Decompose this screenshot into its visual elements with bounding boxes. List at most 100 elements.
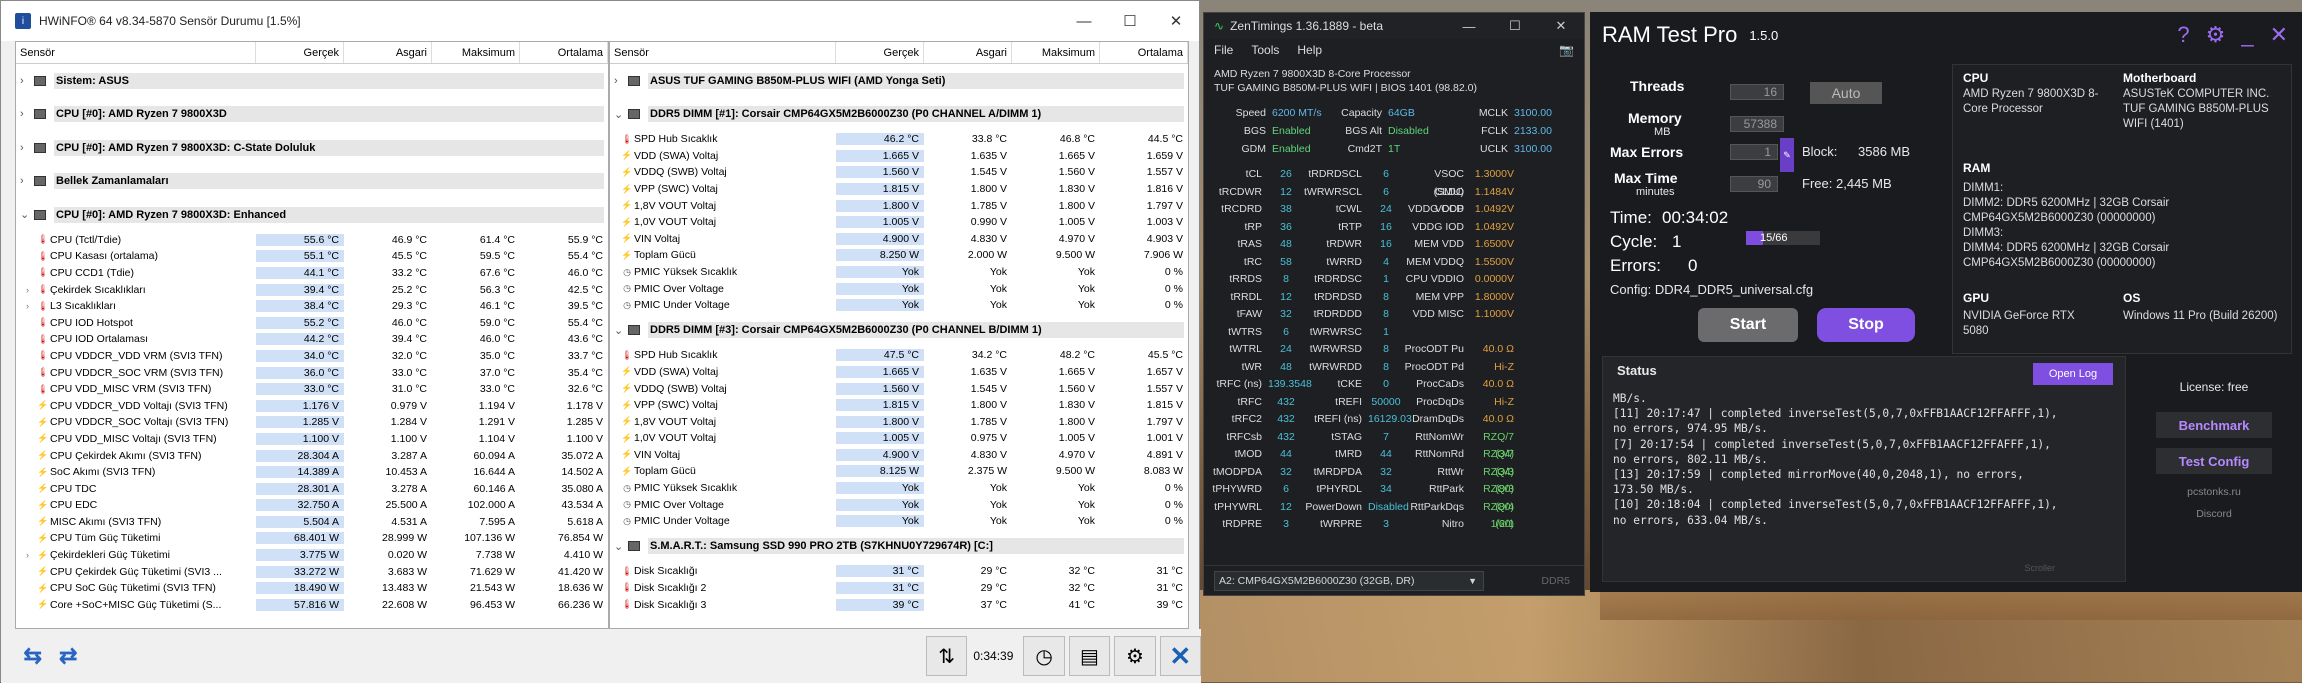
status-log[interactable]: MB/s. [11] 20:17:47 | completed inverseT… — [1613, 391, 2115, 528]
maximize-button[interactable]: ☐ — [1107, 1, 1153, 41]
sensor-row[interactable]: 🌡 CPU CCD1 (Tdie) 44.1 °C 33.2 °C 67.6 °C 46.… — [16, 265, 608, 282]
sensor-row[interactable]: ◷ PMIC Over Voltage Yok Yok Yok 0 % — [610, 496, 1188, 513]
sensor-row[interactable]: 🌡 Disk Sıcaklığı 31 °C 29 °C 32 °C 31 °C — [610, 563, 1188, 580]
expand-chevron-icon[interactable]: ⌄ — [614, 540, 628, 553]
expand-chevron-icon[interactable]: › — [20, 142, 34, 154]
col-avg[interactable]: Ortalama — [1100, 42, 1188, 63]
sensor-row[interactable]: ⚡ MISC Akımı (SVI3 TFN) 5.504 A 4.531 A 7.59… — [16, 514, 608, 531]
sensor-row[interactable]: ◷ PMIC Under Voltage Yok Yok Yok 0 % — [610, 513, 1188, 530]
expand-icon[interactable]: › — [26, 550, 36, 560]
sensor-row[interactable]: ⚡ 1,0V VOUT Voltaj 1.005 V 0.975 V 1.005 V 1.… — [610, 430, 1188, 447]
col-sensor[interactable]: Sensör — [16, 42, 256, 63]
sensor-row[interactable]: ◷ PMIC Yüksek Sıcaklık Yok Yok Yok 0 % — [610, 264, 1188, 281]
sensor-pane-left[interactable]: Sensör Gerçek Asgari Maksimum Ortalama ›… — [15, 41, 609, 629]
edit-pencil-icon[interactable]: ✎ — [1780, 138, 1794, 172]
sensor-row[interactable]: ⚡ CPU VDD_MISC Voltajı (SVI3 TFN) 1.100 V1… — [16, 431, 608, 448]
sensor-row[interactable]: ⚡ VIN Voltaj 4.900 V 4.830 V 4.970 V 4.891 V — [610, 447, 1188, 464]
sensor-row[interactable]: ⚡ Core +SoC+MISC Güç Tüketimi (S... 57.816… — [16, 597, 608, 614]
sensor-group[interactable]: ⌄ CPU [#0]: AMD Ryzen 7 9800X3D: Enhanced — [16, 198, 608, 232]
arrows-left-right-icon[interactable]: ⇆ — [15, 641, 50, 671]
sensor-row[interactable]: 🌡 Disk Sıcaklığı 2 31 °C 29 °C 32 °C 31 °C — [610, 580, 1188, 597]
sensor-row[interactable]: › 🌡 Çekirdek Sıcaklıkları 39.4 °C 25.2 °C 56.… — [16, 281, 608, 298]
open-log-button[interactable]: Open Log — [2033, 363, 2113, 385]
expand-chevron-icon[interactable]: › — [20, 75, 34, 87]
sensor-row[interactable]: ◷ PMIC Under Voltage Yok Yok Yok 0 % — [610, 297, 1188, 314]
sensor-row[interactable]: ⚡ VDDQ (SWB) Voltaj 1.560 V 1.545 V 1.560 V1… — [610, 380, 1188, 397]
maximize-button[interactable]: ☐ — [1492, 13, 1538, 39]
sensor-row[interactable]: 🌡 CPU Kasası (ortalama) 55.1 °C 45.5 °C 59.5… — [16, 248, 608, 265]
close-button[interactable]: ✕ — [1153, 1, 1199, 41]
sensor-row[interactable]: › ⚡ Çekirdekleri Güç Tüketimi 3.775 W 0.020 … — [16, 547, 608, 564]
col-max[interactable]: Maksimum — [432, 42, 520, 63]
screenshot-camera-icon[interactable]: 📷 — [1559, 43, 1574, 57]
col-min[interactable]: Asgari — [924, 42, 1012, 63]
sensor-row[interactable]: ⚡ 1,0V VOUT Voltaj 1.005 V 0.990 V 1.005 V 1.… — [610, 214, 1188, 231]
close-sensors-icon[interactable]: ✕ — [1159, 636, 1202, 676]
close-button[interactable]: ✕ — [1538, 13, 1584, 39]
module-select[interactable]: A2: CMP64GX5M2B6000Z30 (32GB, DR) ▼ — [1214, 570, 1484, 591]
sensor-row[interactable]: 🌡 CPU VDD_MISC VRM (SVI3 TFN) 33.0 °C 31.0 … — [16, 381, 608, 398]
start-button[interactable]: Start — [1698, 308, 1798, 342]
benchmark-button[interactable]: Benchmark — [2156, 412, 2272, 438]
sensor-row[interactable]: ⚡ CPU SoC Güç Tüketimi (SVI3 TFN) 18.490 W… — [16, 580, 608, 597]
sensor-group[interactable]: › Sistem: ASUS — [16, 64, 608, 98]
sensor-group[interactable]: › CPU [#0]: AMD Ryzen 7 9800X3D: C-State … — [16, 131, 608, 165]
close-icon[interactable]: ✕ — [2270, 22, 2288, 48]
sensor-row[interactable]: ⚡ VDD (SWA) Voltaj 1.665 V 1.635 V 1.665 V 1.… — [610, 364, 1188, 381]
sensor-row[interactable]: 🌡 SPD Hub Sıcaklık 47.5 °C 34.2 °C 48.2 °C 45… — [610, 347, 1188, 364]
sensor-row[interactable]: ⚡ 1,8V VOUT Voltaj 1.800 V 1.785 V 1.800 V 1.… — [610, 413, 1188, 430]
sensor-row[interactable]: ⚡ VDDQ (SWB) Voltaj 1.560 V 1.545 V 1.560 V1… — [610, 164, 1188, 181]
sensor-row[interactable]: 🌡 CPU (Tctl/Tdie) 55.6 °C 46.9 °C 61.4 °C 55.… — [16, 232, 608, 249]
sensor-row[interactable]: ⚡ CPU VDDCR_SOC Voltajı (SVI3 TFN) 1.285 V… — [16, 414, 608, 431]
sensor-row[interactable]: 🌡 CPU VDDCR_VDD VRM (SVI3 TFN) 34.0 °C 32.0… — [16, 348, 608, 365]
sensor-row[interactable]: ⚡ CPU Çekirdek Güç Tüketimi (SVI3 ... 33.2… — [16, 563, 608, 580]
col-sensor[interactable]: Sensör — [610, 42, 836, 63]
sensor-row[interactable]: 🌡 SPD Hub Sıcaklık 46.2 °C 33.8 °C 46.8 °C 44… — [610, 131, 1188, 148]
sensor-row[interactable]: ⚡ CPU VDDCR_VDD Voltajı (SVI3 TFN) 1.176 V… — [16, 397, 608, 414]
sensor-row[interactable]: ⚡ Toplam Gücü 8.125 W 2.375 W 9.500 W 8.083 W — [610, 463, 1188, 480]
sensor-row[interactable]: ⚡ VPP (SWC) Voltaj 1.815 V 1.800 V 1.830 V 1.… — [610, 397, 1188, 414]
minimize-button[interactable]: — — [1061, 1, 1107, 41]
menu-help[interactable]: Help — [1297, 43, 1322, 57]
expand-icon[interactable]: › — [26, 301, 36, 311]
col-current[interactable]: Gerçek — [256, 42, 344, 63]
minimize-icon[interactable]: _ — [2241, 22, 2253, 48]
sensor-group[interactable]: ⌄ DDR5 DIMM [#1]: Corsair CMP64GX5M2B6000… — [610, 98, 1188, 132]
gear-icon[interactable]: ⚙ — [2206, 22, 2226, 48]
stop-button[interactable]: Stop — [1817, 308, 1915, 342]
expand-chevron-icon[interactable]: ⌄ — [614, 108, 628, 121]
expand-chevron-icon[interactable]: › — [20, 108, 34, 120]
sensor-pane-right[interactable]: Sensör Gerçek Asgari Maksimum Ortalama ›… — [609, 41, 1189, 629]
sensor-row[interactable]: 🌡 Disk Sıcaklığı 3 39 °C 37 °C 41 °C 39 °C — [610, 596, 1188, 613]
sensor-row[interactable]: ⚡ SoC Akımı (SVI3 TFN) 14.389 A 10.453 A 16.… — [16, 464, 608, 481]
threads-input[interactable]: 16 — [1730, 84, 1784, 100]
sensor-group[interactable]: ⌄ DDR5 DIMM [#3]: Corsair CMP64GX5M2B6000… — [610, 314, 1188, 348]
help-icon[interactable]: ? — [2177, 22, 2189, 48]
expand-chevron-icon[interactable]: › — [614, 75, 628, 87]
minimize-button[interactable]: — — [1446, 13, 1492, 39]
sensor-row[interactable]: 🌡 CPU IOD Ortalaması 44.2 °C 39.4 °C 46.0 °C… — [16, 331, 608, 348]
sensor-row[interactable]: › 🌡 L3 Sıcaklıkları 38.4 °C 29.3 °C 46.1 °C 39… — [16, 298, 608, 315]
max-errors-input[interactable]: 1 — [1730, 144, 1778, 160]
arrows-collapse-icon[interactable]: ⇄ — [50, 641, 85, 671]
sensor-row[interactable]: ⚡ VDD (SWA) Voltaj 1.665 V 1.635 V 1.665 V 1.… — [610, 148, 1188, 165]
max-time-input[interactable]: 90 — [1730, 176, 1778, 192]
site-link[interactable]: pcstonks.ru — [2134, 486, 2294, 498]
sensor-row[interactable]: ⚡ CPU EDC 32.750 A 25.500 A 102.000 A 43.534 … — [16, 497, 608, 514]
menu-tools[interactable]: Tools — [1251, 43, 1279, 57]
expand-icon[interactable]: › — [26, 285, 36, 295]
col-max[interactable]: Maksimum — [1012, 42, 1100, 63]
col-min[interactable]: Asgari — [344, 42, 432, 63]
sensor-row[interactable]: ⚡ Toplam Gücü 8.250 W 2.000 W 9.500 W 7.906 W — [610, 247, 1188, 264]
col-current[interactable]: Gerçek — [836, 42, 924, 63]
network-icon[interactable]: ⇅ — [925, 636, 968, 676]
sensor-row[interactable]: 🌡 CPU IOD Hotspot 55.2 °C 46.0 °C 59.0 °C 55.… — [16, 314, 608, 331]
sensor-group[interactable]: ⌄ S.M.A.R.T.: Samsung SSD 990 PRO 2TB (S7… — [610, 530, 1188, 564]
sensor-row[interactable]: ⚡ 1,8V VOUT Voltaj 1.800 V 1.785 V 1.800 V 1.… — [610, 197, 1188, 214]
sensor-row[interactable]: ⚡ CPU TDC 28.301 A 3.278 A 60.146 A 35.080 A — [16, 480, 608, 497]
test-config-button[interactable]: Test Config — [2156, 448, 2272, 474]
memory-input[interactable]: 57388 — [1730, 116, 1784, 132]
expand-chevron-icon[interactable]: ⌄ — [20, 208, 34, 221]
sensor-row[interactable]: ◷ PMIC Over Voltage Yok Yok Yok 0 % — [610, 280, 1188, 297]
menu-file[interactable]: File — [1214, 43, 1233, 57]
